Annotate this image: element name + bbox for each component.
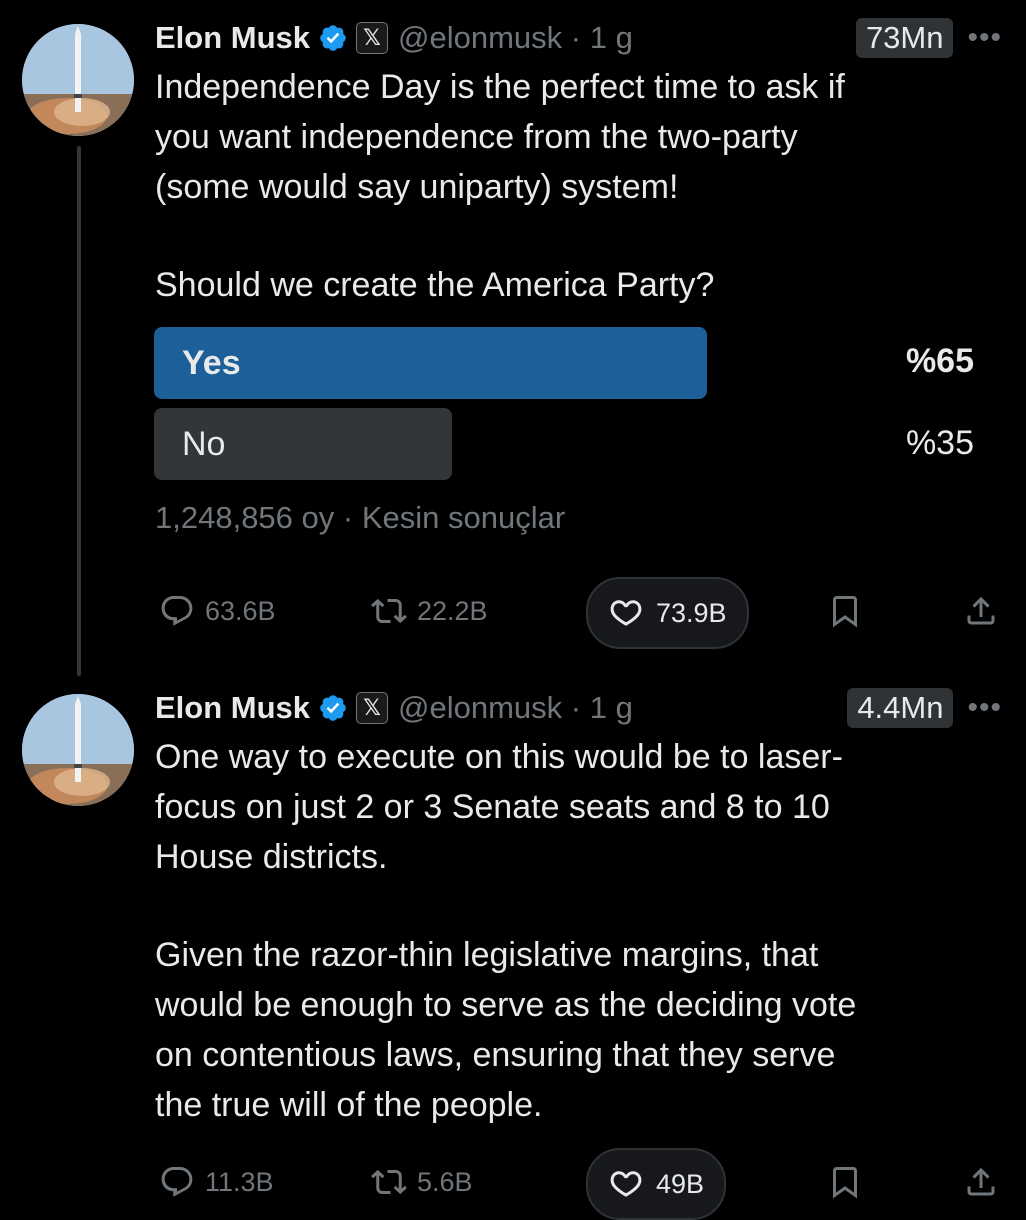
- tweet-text: Independence Day is the perfect time to …: [155, 62, 966, 212]
- repost-button[interactable]: 22.2B: [371, 577, 488, 645]
- view-count-badge[interactable]: 4.4Mn: [847, 688, 954, 728]
- poll-option-no: No: [154, 408, 452, 480]
- poll-vote-count: 1,248,856 oy: [155, 500, 335, 535]
- poll-meta: 1,248,856 oy · Kesin sonuçlar: [155, 500, 566, 535]
- share-icon: [963, 593, 999, 629]
- repost-count: 22.2B: [417, 595, 488, 626]
- tweet-text-line: would be enough to serve as the deciding…: [155, 986, 857, 1024]
- bookmark-icon: [827, 593, 863, 629]
- tweet-text-line: Given the razor-thin legislative margins…: [155, 936, 819, 974]
- reply-count: 11.3B: [205, 1166, 274, 1197]
- poll-option-percent: %65: [905, 342, 974, 380]
- action-bar: 63.6B 22.2B 73.9B: [155, 577, 1002, 649]
- x-logo-icon[interactable]: 𝕏: [356, 692, 389, 724]
- bookmark-button[interactable]: [827, 1148, 873, 1216]
- repost-icon: [371, 593, 407, 629]
- tweet-text-line: One way to execute on this would be to l…: [155, 738, 843, 776]
- avatar-rocket-image: [22, 694, 134, 806]
- reply-button[interactable]: 63.6B: [159, 577, 276, 645]
- repost-button[interactable]: 5.6B: [371, 1148, 473, 1216]
- tweet-text: Given the razor-thin legislative margins…: [155, 930, 966, 1130]
- tweet-text-line: (some would say uniparty) system!: [155, 168, 679, 206]
- author-name[interactable]: Elon Musk: [155, 20, 310, 56]
- more-options-icon[interactable]: •••: [967, 21, 1002, 55]
- like-button[interactable]: 73.9B: [586, 577, 749, 649]
- tweet-header: Elon Musk 𝕏 @elonmusk · 1 g 73Mn •••: [155, 16, 1002, 60]
- poll-option-percent: %35: [905, 424, 974, 462]
- share-button[interactable]: [963, 577, 1009, 645]
- reply-icon: [159, 593, 195, 629]
- bookmark-icon: [827, 1164, 863, 1200]
- time-separator: ·: [562, 690, 590, 725]
- repost-icon: [371, 1164, 407, 1200]
- view-count-badge[interactable]: 73Mn: [855, 18, 954, 58]
- heart-icon: [608, 595, 644, 631]
- avatar-rocket-image: [22, 24, 134, 136]
- tweet-text: One way to execute on this would be to l…: [155, 732, 966, 882]
- repost-count: 5.6B: [417, 1166, 473, 1197]
- time-separator: ·: [562, 20, 590, 55]
- author-name[interactable]: Elon Musk: [155, 690, 310, 726]
- verified-badge-icon[interactable]: [318, 693, 348, 723]
- avatar[interactable]: [22, 694, 134, 806]
- like-count: 49B: [656, 1168, 705, 1199]
- action-bar: 11.3B 5.6B 49B: [155, 1148, 1002, 1220]
- reply-count: 63.6B: [205, 595, 276, 626]
- reply-button[interactable]: 11.3B: [159, 1148, 274, 1216]
- tweet-header: Elon Musk 𝕏 @elonmusk · 1 g 4.4Mn •••: [155, 686, 1002, 730]
- poll-option-yes: Yes: [154, 327, 707, 399]
- avatar[interactable]: [22, 24, 134, 136]
- like-count: 73.9B: [656, 597, 727, 628]
- tweet-text-line: you want independence from the two-party: [155, 118, 798, 156]
- share-button[interactable]: [963, 1148, 1009, 1216]
- more-options-icon[interactable]: •••: [967, 691, 1002, 725]
- like-button[interactable]: 49B: [586, 1148, 727, 1220]
- verified-badge-icon[interactable]: [318, 23, 348, 53]
- post-time: 1 g: [589, 20, 633, 55]
- tweet-text-line: the true will of the people.: [155, 1086, 543, 1124]
- author-handle[interactable]: @elonmusk · 1 g: [398, 20, 633, 56]
- poll-option-label: No: [182, 424, 226, 463]
- tweet-text-line: on contentious laws, ensuring that they …: [155, 1036, 836, 1074]
- author-handle[interactable]: @elonmusk · 1 g: [398, 690, 633, 726]
- bookmark-button[interactable]: [827, 577, 873, 645]
- tweet-text-line: focus on just 2 or 3 Senate seats and 8 …: [155, 788, 830, 826]
- heart-icon: [608, 1166, 644, 1202]
- post-time: 1 g: [589, 690, 633, 725]
- reply-icon: [159, 1164, 195, 1200]
- poll-status: Kesin sonuçlar: [361, 500, 566, 535]
- x-logo-icon[interactable]: 𝕏: [356, 22, 389, 54]
- thread-connector-line: [77, 146, 81, 676]
- tweet-text-line: Independence Day is the perfect time to …: [155, 68, 845, 106]
- poll-option-label: Yes: [182, 343, 241, 382]
- tweet-text-line: House districts.: [155, 838, 388, 876]
- share-icon: [963, 1164, 999, 1200]
- poll-question: Should we create the America Party?: [155, 266, 715, 304]
